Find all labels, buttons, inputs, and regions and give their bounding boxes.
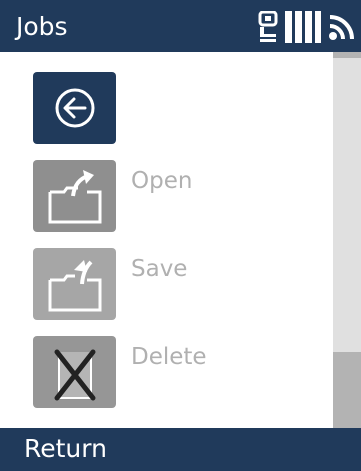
back-tile[interactable] [33, 72, 116, 144]
return-softkey[interactable]: Return [24, 434, 107, 464]
delete-label: Delete [131, 344, 207, 370]
delete-tile[interactable] [33, 336, 116, 408]
save-button[interactable]: Save [33, 248, 333, 320]
back-arrow-icon [54, 87, 96, 129]
battery-icon [285, 10, 321, 44]
open-label: Open [131, 168, 193, 194]
signal-icon [327, 12, 357, 42]
softkey-bar: Return [0, 428, 361, 471]
delete-icon [47, 342, 103, 402]
scrollbar[interactable] [333, 52, 361, 428]
device-icon [257, 11, 279, 43]
open-tile[interactable] [33, 160, 116, 232]
save-folder-icon [47, 254, 103, 314]
save-label: Save [131, 256, 188, 282]
scroll-thumb[interactable] [333, 58, 361, 352]
open-folder-icon [47, 166, 103, 226]
save-tile[interactable] [33, 248, 116, 320]
open-button[interactable]: Open [33, 160, 333, 232]
title-bar: Jobs [0, 0, 361, 52]
page-title: Jobs [16, 12, 68, 41]
back-button[interactable] [33, 72, 333, 144]
delete-button[interactable]: Delete [33, 336, 333, 408]
status-icons [257, 10, 357, 44]
